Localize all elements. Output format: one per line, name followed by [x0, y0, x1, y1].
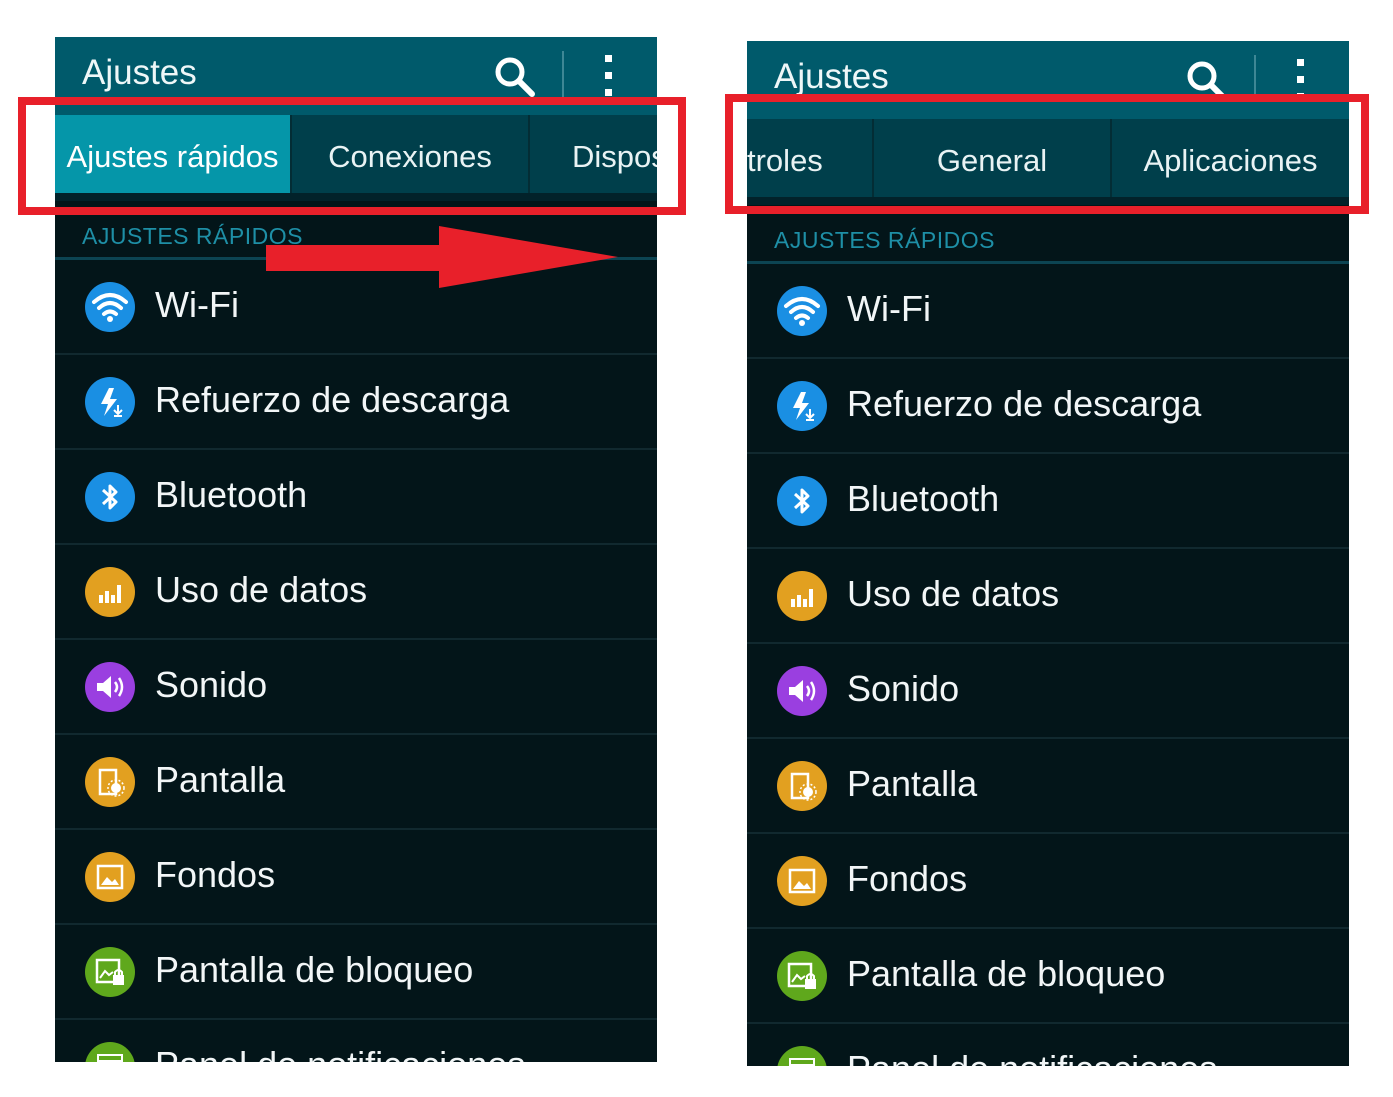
- list-item-label: Pantalla de bloqueo: [155, 949, 474, 990]
- list-item-label: Panel de notificaciones: [847, 1048, 1217, 1066]
- list-item-lock-screen[interactable]: Pantalla de bloqueo: [55, 925, 657, 1020]
- wifi-icon: [777, 286, 827, 336]
- list-item-label: Bluetooth: [155, 474, 308, 515]
- list-item-label: Refuerzo de descarga: [155, 379, 510, 420]
- section-header: AJUSTES RÁPIDOS: [774, 227, 995, 253]
- settings-list: Wi-Fi Refuerzo de descarga Bluetooth Uso…: [55, 260, 657, 1062]
- download-booster-icon: [777, 381, 827, 431]
- lock-screen-icon: [777, 951, 827, 1001]
- highlight-box-right: [725, 94, 1369, 214]
- list-item-wallpaper[interactable]: Fondos: [747, 834, 1349, 929]
- list-item-label: Sonido: [847, 668, 960, 709]
- notification-panel-icon: [777, 1046, 827, 1066]
- overflow-menu-icon[interactable]: [595, 53, 623, 99]
- list-item-notification-panel[interactable]: Panel de notificaciones: [55, 1020, 657, 1062]
- display-icon: [777, 761, 827, 811]
- list-item-bluetooth[interactable]: Bluetooth: [55, 450, 657, 545]
- wallpaper-icon: [777, 856, 827, 906]
- highlight-box-left: [18, 97, 686, 215]
- list-item-label: Wi-Fi: [847, 288, 931, 329]
- download-booster-icon: [85, 377, 135, 427]
- settings-list: Wi-Fi Refuerzo de descarga Bluetooth Uso…: [747, 264, 1349, 1066]
- list-item-download-booster[interactable]: Refuerzo de descarga: [55, 355, 657, 450]
- sound-icon: [777, 666, 827, 716]
- list-item-bluetooth[interactable]: Bluetooth: [747, 454, 1349, 549]
- sound-icon: [85, 662, 135, 712]
- lock-screen-icon: [85, 947, 135, 997]
- list-item-label: Bluetooth: [847, 478, 1000, 519]
- bluetooth-icon: [777, 476, 827, 526]
- list-item-label: Wi-Fi: [155, 284, 239, 325]
- list-item-display[interactable]: Pantalla: [55, 735, 657, 830]
- list-item-display[interactable]: Pantalla: [747, 739, 1349, 834]
- bluetooth-icon: [85, 472, 135, 522]
- list-item-label: Pantalla de bloqueo: [847, 953, 1166, 994]
- list-item-label: Uso de datos: [847, 573, 1060, 614]
- list-item-data-usage[interactable]: Uso de datos: [747, 549, 1349, 644]
- list-item-lock-screen[interactable]: Pantalla de bloqueo: [747, 929, 1349, 1024]
- wallpaper-icon: [85, 852, 135, 902]
- list-item-notification-panel[interactable]: Panel de notificaciones: [747, 1024, 1349, 1066]
- list-item-sound[interactable]: Sonido: [55, 640, 657, 735]
- list-item-download-booster[interactable]: Refuerzo de descarga: [747, 359, 1349, 454]
- data-usage-icon: [777, 571, 827, 621]
- swipe-arrow-icon: [266, 226, 618, 288]
- data-usage-icon: [85, 567, 135, 617]
- list-item-label: Uso de datos: [155, 569, 368, 610]
- notification-panel-icon: [85, 1042, 135, 1062]
- display-icon: [85, 757, 135, 807]
- wifi-icon: [85, 282, 135, 332]
- list-item-label: Pantalla: [847, 763, 978, 804]
- search-icon[interactable]: [493, 55, 537, 99]
- list-item-label: Pantalla: [155, 759, 286, 800]
- list-item-wifi[interactable]: Wi-Fi: [747, 264, 1349, 359]
- page-title: Ajustes: [774, 57, 889, 96]
- list-item-wallpaper[interactable]: Fondos: [55, 830, 657, 925]
- list-item-label: Panel de notificaciones: [155, 1044, 525, 1062]
- list-item-label: Fondos: [847, 858, 968, 899]
- list-item-label: Refuerzo de descarga: [847, 383, 1202, 424]
- action-bar-divider: [562, 51, 564, 97]
- list-item-data-usage[interactable]: Uso de datos: [55, 545, 657, 640]
- list-item-sound[interactable]: Sonido: [747, 644, 1349, 739]
- list-item-label: Sonido: [155, 664, 268, 705]
- list-item-label: Fondos: [155, 854, 276, 895]
- page-title: Ajustes: [82, 53, 197, 92]
